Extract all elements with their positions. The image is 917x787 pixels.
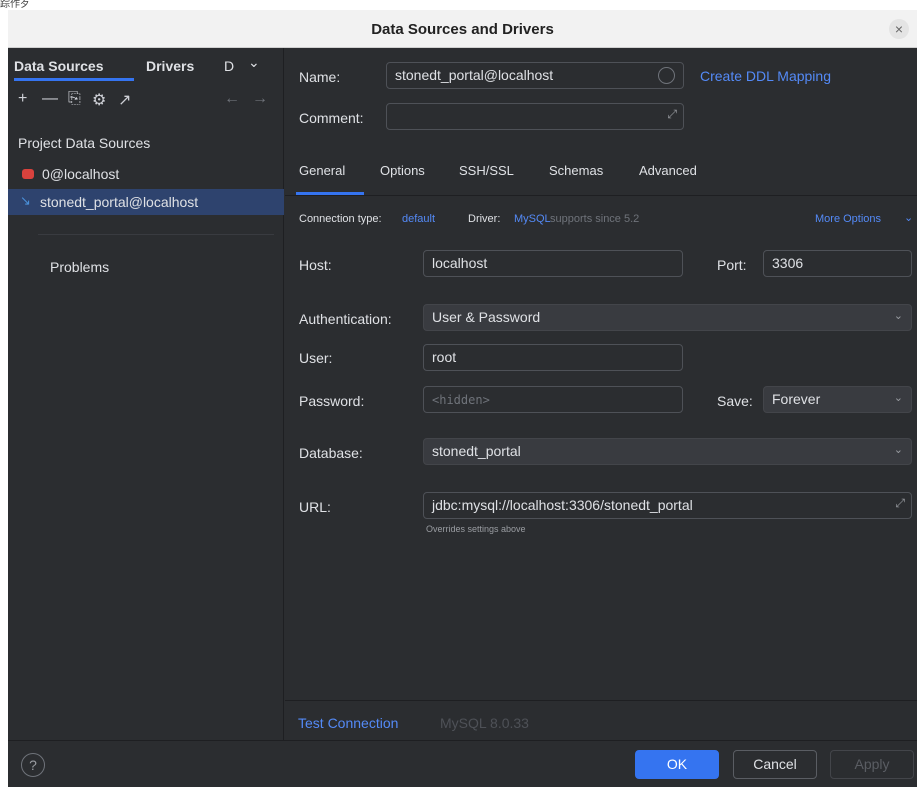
add-icon[interactable]: + xyxy=(18,90,27,108)
authentication-value: User & Password xyxy=(432,309,541,325)
tab-general[interactable]: General xyxy=(299,163,345,178)
create-ddl-mapping-link[interactable]: Create DDL Mapping xyxy=(700,68,831,84)
chevron-down-icon[interactable]: ⌄ xyxy=(248,54,260,71)
chevron-down-icon: ⌄ xyxy=(893,444,903,456)
corner-text: 踪作歹 xyxy=(0,0,30,10)
tab-data-sources[interactable]: Data Sources xyxy=(14,58,103,74)
name-label: Name: xyxy=(299,69,341,85)
tab-drivers[interactable]: Drivers xyxy=(146,58,194,74)
authentication-select[interactable]: User & Password ⌄ xyxy=(423,304,912,331)
database-value: stonedt_portal xyxy=(432,443,521,459)
name-field[interactable]: stonedt_portal@localhost xyxy=(386,62,684,89)
test-connection-link[interactable]: Test Connection xyxy=(298,715,398,731)
expand-icon[interactable]: ⤢ xyxy=(895,496,905,511)
apply-button[interactable]: Apply xyxy=(830,750,914,779)
tab-schemas[interactable]: Schemas xyxy=(549,163,603,178)
datasource-label: stonedt_portal@localhost xyxy=(40,194,199,210)
dialog-footer: ? OK Cancel Apply xyxy=(8,740,917,787)
window-title: Data Sources and Drivers xyxy=(371,21,554,38)
driver-label: Driver: xyxy=(468,213,501,225)
more-options-link[interactable]: More Options xyxy=(815,213,881,225)
datasource-label: 0@localhost xyxy=(42,166,120,182)
authentication-label: Authentication: xyxy=(299,311,392,327)
active-tab-indicator xyxy=(296,192,364,195)
left-tabs: Data Sources Drivers D ⌄ xyxy=(8,48,284,82)
left-panel: Data Sources Drivers D ⌄ + — ⎘ ⚙ ↗ ← → P… xyxy=(8,48,284,740)
title-bar: Data Sources and Drivers × xyxy=(8,10,917,48)
back-arrow-icon[interactable]: ← xyxy=(224,90,240,108)
password-field[interactable]: <hidden> xyxy=(423,386,683,413)
open-external-icon[interactable]: ↗ xyxy=(118,90,131,110)
cancel-button[interactable]: Cancel xyxy=(733,750,817,779)
driver-link[interactable]: MySQL xyxy=(514,213,551,225)
save-label: Save: xyxy=(717,393,753,409)
divider xyxy=(38,234,274,235)
close-icon[interactable]: × xyxy=(889,19,909,39)
database-select[interactable]: stonedt_portal ⌄ xyxy=(423,438,912,465)
password-label: Password: xyxy=(299,393,365,409)
forward-arrow-icon[interactable]: → xyxy=(252,90,268,108)
gear-icon[interactable]: ⚙ xyxy=(92,90,106,110)
mysql-red-icon xyxy=(22,169,34,179)
port-field[interactable]: 3306 xyxy=(763,250,912,277)
url-hint: Overrides settings above xyxy=(426,524,526,534)
connection-type-label: Connection type: xyxy=(299,213,382,225)
comment-field[interactable]: ⤢ xyxy=(386,103,684,130)
save-value: Forever xyxy=(772,391,821,407)
port-label: Port: xyxy=(717,257,747,273)
database-label: Database: xyxy=(299,445,363,461)
host-field[interactable]: localhost xyxy=(423,250,683,277)
chevron-down-icon: ⌄ xyxy=(893,310,903,322)
expand-icon[interactable]: ⤢ xyxy=(667,107,677,122)
server-version: MySQL 8.0.33 xyxy=(440,715,529,731)
tab-overflow[interactable]: D xyxy=(224,58,234,74)
ok-button[interactable]: OK xyxy=(635,750,719,779)
left-toolbar: + — ⎘ ⚙ ↗ ← → xyxy=(16,90,278,114)
right-panel: Name: stonedt_portal@localhost Create DD… xyxy=(285,48,917,740)
remove-icon[interactable]: — xyxy=(42,90,58,108)
host-label: Host: xyxy=(299,257,332,273)
url-field[interactable]: jdbc:mysql://localhost:3306/stonedt_port… xyxy=(423,492,912,519)
user-label: User: xyxy=(299,350,333,366)
chevron-down-icon: ⌄ xyxy=(893,392,903,404)
mysql-dolphin-icon: ↘ xyxy=(20,193,31,208)
section-project-data-sources: Project Data Sources xyxy=(18,135,151,151)
driver-note: supports since 5.2 xyxy=(550,213,640,225)
problems-item[interactable]: Problems xyxy=(50,259,109,275)
tab-options[interactable]: Options xyxy=(380,163,425,178)
chevron-down-icon: ⌄ xyxy=(904,212,914,224)
tab-ssh-ssl[interactable]: SSH/SSL xyxy=(459,163,514,178)
tab-advanced[interactable]: Advanced xyxy=(639,163,697,178)
color-circle-icon[interactable] xyxy=(658,67,675,84)
dialog-body: Data Sources Drivers D ⌄ + — ⎘ ⚙ ↗ ← → P… xyxy=(8,48,917,787)
user-field[interactable]: root xyxy=(423,344,683,371)
datasource-item[interactable]: 0@localhost xyxy=(8,161,284,187)
url-value: jdbc:mysql://localhost:3306/stonedt_port… xyxy=(432,497,693,513)
url-label: URL: xyxy=(299,499,331,515)
connection-bar: Test Connection MySQL 8.0.33 xyxy=(285,700,917,740)
config-tabs: General Options SSH/SSL Schemas Advanced xyxy=(285,156,917,196)
save-select[interactable]: Forever ⌄ xyxy=(763,386,912,413)
name-value: stonedt_portal@localhost xyxy=(395,67,554,83)
comment-label: Comment: xyxy=(299,110,364,126)
copy-icon[interactable]: ⎘ xyxy=(68,90,81,108)
connection-type-value[interactable]: default xyxy=(402,213,435,225)
help-icon[interactable]: ? xyxy=(21,753,45,777)
active-tab-indicator xyxy=(14,78,134,81)
datasource-item-selected[interactable]: ↘ stonedt_portal@localhost xyxy=(8,189,284,215)
